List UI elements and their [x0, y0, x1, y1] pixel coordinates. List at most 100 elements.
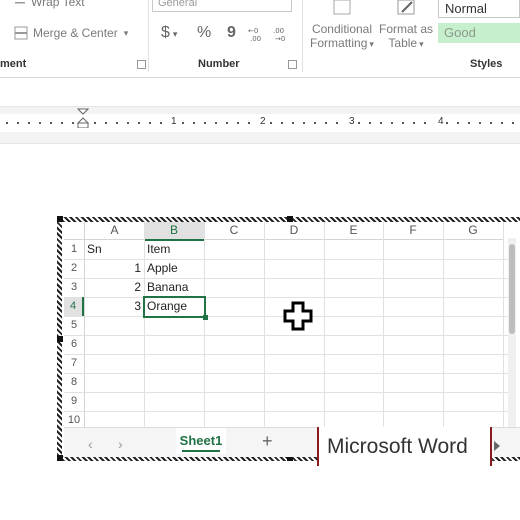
styles-group-label: Styles [470, 58, 503, 70]
gridline [264, 222, 265, 427]
previous-sheet-icon[interactable]: ‹ [88, 436, 93, 452]
row-header[interactable]: 9 [64, 392, 84, 411]
column-header-f[interactable]: F [383, 222, 443, 240]
object-tooltip: Microsoft Word [317, 427, 492, 466]
ruler-tick [358, 122, 360, 124]
wrap-text-label: Wrap Text [31, 0, 85, 9]
cell-a1[interactable]: Sn [87, 240, 102, 259]
cell-b2[interactable]: Apple [147, 259, 178, 278]
row-header[interactable]: 6 [64, 335, 84, 354]
gridline [64, 392, 508, 393]
number-dialog-launcher-icon[interactable] [288, 60, 297, 69]
ruler-tick [149, 122, 151, 124]
format-as-table-label: Format as [378, 22, 433, 36]
percent-format-button[interactable]: % [197, 24, 211, 42]
active-tab-indicator [182, 450, 220, 452]
tooltip-text: Microsoft Word [327, 435, 468, 458]
cell-b1[interactable]: Item [147, 240, 170, 259]
row-header[interactable]: 1 [64, 240, 84, 259]
svg-text:→0: →0 [275, 35, 285, 42]
ruler-tick [380, 122, 382, 124]
column-header-e[interactable]: E [324, 222, 383, 240]
ruler-tick [50, 122, 52, 124]
row-header[interactable]: 3 [64, 278, 84, 297]
cell-a3[interactable]: 2 [86, 278, 141, 297]
increase-decimal-icon: ←0.00 [248, 27, 261, 43]
gridline [84, 222, 85, 427]
ruler-tick [39, 122, 41, 124]
cell-b3[interactable]: Banana [147, 278, 188, 297]
cell-a2[interactable]: 1 [86, 259, 141, 278]
conditional-formatting-label-2: Formatting [310, 36, 368, 50]
ruler-tick [479, 122, 481, 124]
decrease-decimal-button[interactable]: .00 →0 [273, 26, 291, 45]
ruler-tick [369, 122, 371, 124]
ruler-tick [303, 122, 305, 124]
style-good[interactable]: Good [438, 23, 520, 43]
row-header[interactable]: 7 [64, 354, 84, 373]
gridline [64, 335, 508, 336]
gridline [324, 222, 325, 427]
ruler-tick [193, 122, 195, 124]
ribbon-divider [0, 77, 520, 78]
fill-handle[interactable] [203, 315, 208, 320]
number-format-dropdown[interactable]: General [152, 0, 292, 12]
row-header[interactable]: 4 [64, 297, 84, 316]
ruler-tick [490, 122, 492, 124]
gridline [503, 222, 504, 427]
chevron-down-icon: ▾ [123, 27, 129, 38]
scrollbar-thumb[interactable] [509, 244, 515, 334]
wrap-text-button[interactable]: Wrap Text [14, 0, 85, 9]
ruler-tick [127, 122, 129, 124]
gridline [144, 222, 145, 427]
select-all-corner[interactable] [64, 222, 85, 240]
ruler-tick [215, 122, 217, 124]
ruler-tick [17, 122, 19, 124]
ruler-tick [468, 122, 470, 124]
cell-a4[interactable]: 3 [86, 297, 141, 316]
increase-decimal-button[interactable]: ←0.00 [248, 26, 266, 45]
resize-handle[interactable] [57, 455, 63, 461]
ruler-tick [270, 122, 272, 124]
row-header[interactable]: 5 [64, 316, 84, 335]
ruler-tick [72, 122, 74, 124]
column-header-g[interactable]: G [443, 222, 503, 240]
column-header-a[interactable]: A [85, 222, 144, 240]
horizontal-ruler[interactable]: 1 2 3 4 [0, 108, 520, 132]
svg-text:.00: .00 [250, 35, 261, 42]
chevron-down-icon: ▾ [172, 29, 178, 39]
ruler-tick [424, 122, 426, 124]
column-header-b[interactable]: B [144, 222, 204, 241]
gridline [204, 222, 205, 427]
ruler-number: 1 [171, 116, 177, 127]
number-group-label: Number [198, 58, 240, 70]
ruler-tick [182, 122, 184, 124]
number-format-value: General [158, 0, 198, 9]
row-header[interactable]: 8 [64, 373, 84, 392]
column-header-c[interactable]: C [204, 222, 264, 240]
add-sheet-button[interactable]: + [262, 431, 273, 452]
format-as-table-icon [397, 0, 415, 15]
resize-handle[interactable] [57, 336, 63, 342]
style-normal[interactable]: Normal [438, 0, 520, 18]
column-header-d[interactable]: D [264, 222, 324, 240]
format-as-table-button[interactable]: Format as Table ▾ [378, 0, 434, 52]
currency-format-button[interactable]: $ ▾ [161, 24, 177, 42]
ruler-tick [512, 122, 514, 124]
merge-center-icon [14, 26, 28, 40]
alignment-dialog-launcher-icon[interactable] [137, 60, 146, 69]
comma-format-button[interactable]: 9 [227, 24, 236, 42]
indent-marker-icon[interactable] [77, 108, 89, 128]
next-sheet-icon[interactable]: › [118, 436, 123, 452]
ribbon: Wrap Text Merge & Center ▾ ment General … [0, 0, 520, 78]
spreadsheet[interactable]: A B C D E F G 1 2 3 4 5 6 7 8 9 10 Sn It… [64, 222, 520, 457]
row-header[interactable]: 2 [64, 259, 84, 278]
ruler-tick [6, 122, 8, 124]
conditional-formatting-button[interactable]: Conditional Formatting ▾ [309, 0, 375, 52]
ruler-tick [446, 122, 448, 124]
merge-center-button[interactable]: Merge & Center ▾ [14, 26, 128, 40]
ruler-tick [248, 122, 250, 124]
resize-handle[interactable] [57, 216, 63, 222]
vertical-scrollbar[interactable] [508, 238, 516, 428]
svg-text:←0: ←0 [248, 27, 258, 35]
